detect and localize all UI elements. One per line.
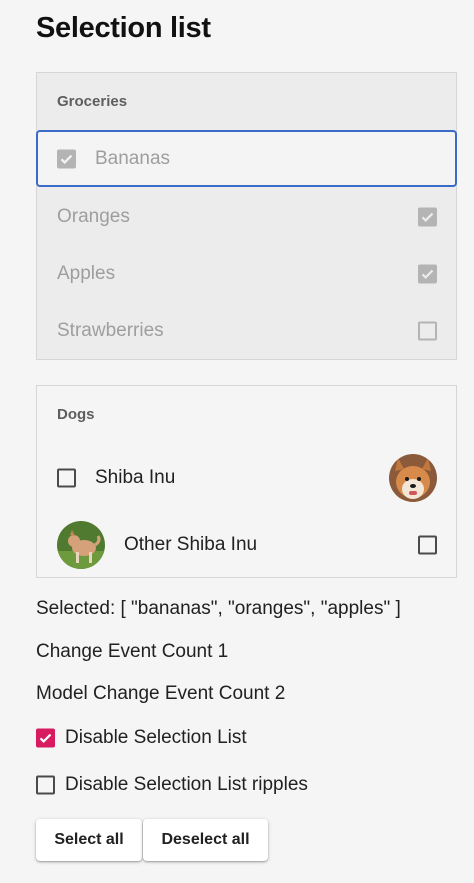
groceries-subheader: Groceries xyxy=(57,93,128,110)
list-option-bananas[interactable]: Bananas xyxy=(36,130,457,187)
checkbox-label[interactable]: Disable Selection List xyxy=(65,727,247,749)
checkbox-checked-icon[interactable] xyxy=(418,207,437,226)
disable-selection-list-checkbox[interactable]: Disable Selection List xyxy=(36,726,396,750)
checkbox-unchecked-icon[interactable] xyxy=(418,321,437,340)
checkbox-unchecked-icon[interactable] xyxy=(57,468,76,488)
selected-values-text: Selected: [ "bananas", "oranges", "apple… xyxy=(36,598,401,619)
list-option-strawberries[interactable]: Strawberries xyxy=(37,302,456,359)
option-label: Other Shiba Inu xyxy=(124,534,258,555)
select-all-button[interactable]: Select all xyxy=(36,819,142,861)
shiba-avatar xyxy=(389,454,437,502)
dogs-subheader: Dogs xyxy=(57,406,95,423)
deselect-all-button[interactable]: Deselect all xyxy=(143,819,268,861)
list-option-oranges[interactable]: Oranges xyxy=(37,188,456,245)
option-label: Shiba Inu xyxy=(95,467,176,488)
checkbox-checked-icon[interactable] xyxy=(57,149,76,168)
disable-ripples-checkbox[interactable]: Disable Selection List ripples xyxy=(36,773,396,797)
list-option-apples[interactable]: Apples xyxy=(37,245,456,302)
checkbox-checked-icon[interactable] xyxy=(36,728,55,748)
checkbox-label[interactable]: Disable Selection List ripples xyxy=(65,774,308,796)
list-option-other-shiba-inu[interactable]: Other Shiba Inu xyxy=(37,514,456,576)
other-shiba-avatar xyxy=(57,521,105,569)
change-event-count: Change Event Count 1 xyxy=(36,641,229,662)
list-option-shiba-inu[interactable]: Shiba Inu xyxy=(37,448,456,508)
page-title: Selection list xyxy=(36,12,211,44)
checkbox-unchecked-icon[interactable] xyxy=(418,535,437,555)
checkbox-unchecked-icon[interactable] xyxy=(36,775,55,795)
option-label: Oranges xyxy=(57,205,130,227)
option-label: Strawberries xyxy=(57,319,164,341)
groceries-selection-list: Groceries Bananas Oranges Apples Strawbe… xyxy=(36,72,457,360)
checkbox-checked-icon[interactable] xyxy=(418,264,437,283)
option-label: Apples xyxy=(57,262,116,284)
model-change-event-count: Model Change Event Count 2 xyxy=(36,683,286,704)
dogs-selection-list: Dogs Shiba Inu Other Shiba Inu xyxy=(36,385,457,578)
option-label: Bananas xyxy=(95,147,171,169)
